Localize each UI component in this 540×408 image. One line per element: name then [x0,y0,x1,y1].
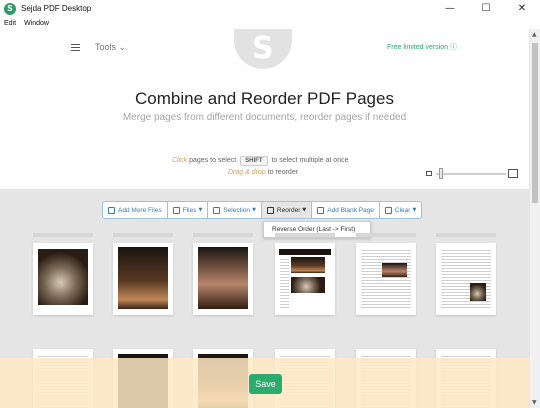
thumbnail-image [291,277,325,293]
thumbnail-header [279,249,331,255]
logo-letter: S [252,31,274,66]
page-thumbnail[interactable] [33,243,93,315]
zoom-in-image-icon[interactable] [508,169,518,178]
sort-icon [266,206,274,214]
page-label [275,233,335,237]
tools-label: Tools [95,42,117,52]
maximize-button[interactable]: ☐ [468,0,504,17]
add-more-files-label: Add More Files [118,206,162,214]
select-hint: Click pages to select SHIFT to select mu… [172,156,349,166]
file-add-icon [108,206,115,214]
header: Tools ⌄ S Free limited version ⓘ Combine… [0,29,529,189]
page-thumbnail[interactable] [275,243,335,315]
reorder-label: Reorder [276,206,301,214]
page-label [193,233,253,237]
menu-bar: Edit Window [0,17,540,29]
window-title: Sejda PDF Desktop [21,4,92,13]
page-label [33,233,93,237]
page-thumbnail[interactable] [356,243,416,315]
selection-label: Selection [223,206,251,214]
page-label [436,233,496,237]
caret-down-icon: ▼ [252,207,256,213]
zoom-slider-handle[interactable] [438,168,443,179]
add-blank-page-label: Add Blank Page [327,206,374,214]
scrollbar-thumb[interactable] [532,43,538,203]
page-thumbnail[interactable] [436,243,496,315]
thumbnail-image [382,263,407,277]
clear-label: Clear [394,206,411,214]
hand-pointer-icon [213,206,221,214]
clear-button[interactable]: Clear ▼ [380,202,421,218]
close-button[interactable]: ✕ [504,0,540,17]
add-more-files-button[interactable]: Add More Files [103,202,168,218]
app-logo-icon: S [4,2,16,15]
page-label [356,233,416,237]
scroll-down-arrow-icon[interactable]: ▼ [532,399,537,406]
hamburger-menu-icon[interactable] [71,44,80,51]
reorder-button[interactable]: Reorder ▼ [261,202,313,218]
caret-down-icon: ▼ [198,207,203,213]
thumbnail-image [470,283,486,301]
menu-window[interactable]: Window [20,20,53,27]
hint-drag-rest: to reorder [265,169,299,176]
window-controls: — ☐ ✕ [432,0,540,17]
thumbnail-image [198,247,248,309]
minimize-button[interactable]: — [432,0,468,17]
thumbnail-text [280,257,289,309]
toolbar: Add More Files Files ▼ Selection ▼ Reorder… [102,201,423,219]
thumbnail-text [361,248,411,310]
zoom-control [426,168,518,180]
hint-click-rest: pages to select [187,157,239,164]
page-subtitle: Merge pages from different documents, re… [122,112,407,123]
selection-button[interactable]: Selection ▼ [208,202,262,218]
page-thumbnail[interactable] [193,243,253,315]
drag-hint: Drag & drop to reorder [228,169,298,176]
shift-key-badge: SHIFT [240,156,268,166]
sejda-logo-icon: S [234,29,292,69]
hand-icon [384,206,392,214]
caret-down-icon: ▼ [302,207,307,213]
hint-shift-rest: to select multiple at once [269,157,349,164]
hint-drag: Drag & drop [228,169,266,176]
chevron-down-icon: ⌄ [118,42,127,52]
thumbnail-image [38,249,88,305]
menu-edit[interactable]: Edit [0,20,20,27]
files-icon [172,206,180,214]
files-button[interactable]: Files ▼ [168,202,209,218]
zoom-slider-track[interactable] [436,173,506,175]
scroll-up-arrow-icon[interactable]: ▲ [532,31,537,38]
hint-click: Click [172,157,188,164]
thumbnail-image [291,257,325,273]
files-label: Files [182,206,197,214]
thumbnail-image [118,247,168,309]
vertical-scrollbar[interactable]: ▲ ▼ [529,29,540,408]
page-title: Combine and Reorder PDF Pages [135,89,394,108]
page-label [113,233,173,237]
caret-down-icon: ▼ [412,207,417,213]
save-button[interactable]: Save [249,374,282,394]
zoom-out-image-icon[interactable] [426,171,432,176]
add-blank-page-button[interactable]: Add Blank Page [312,202,380,218]
page-thumbnail[interactable] [113,243,173,315]
title-bar: S Sejda PDF Desktop — ☐ ✕ [0,0,540,17]
blank-page-icon [317,206,325,214]
free-version-link[interactable]: Free limited version ⓘ [387,42,457,52]
tools-menu[interactable]: Tools ⌄ [95,42,126,53]
save-bar: Save [0,358,529,408]
